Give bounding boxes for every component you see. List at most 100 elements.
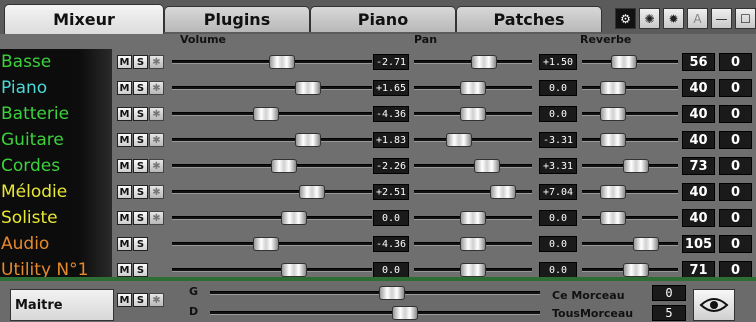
master-solo-button[interactable]: S — [133, 293, 148, 307]
reverb-slider-track[interactable] — [582, 112, 678, 116]
solo-button[interactable]: S — [133, 55, 148, 69]
fx-icon[interactable]: ✱ — [149, 211, 164, 225]
pan-knob[interactable] — [460, 81, 486, 95]
mute-button[interactable]: M — [117, 211, 132, 225]
reverb-value: 73 — [682, 157, 715, 175]
solo-button[interactable]: S — [133, 211, 148, 225]
volume-knob[interactable] — [299, 185, 325, 199]
all-songs-label: TousMorceau — [552, 307, 634, 320]
pan-value: +3.31 — [539, 158, 577, 174]
volume-slider-track[interactable] — [172, 86, 372, 90]
reverb-knob[interactable] — [599, 133, 626, 147]
fx-icon[interactable]: ✱ — [149, 81, 164, 95]
track-name[interactable]: Cordes — [0, 153, 112, 179]
burst-icon[interactable]: ✺ — [639, 8, 660, 29]
gear-icon[interactable]: ⚙ — [615, 8, 636, 29]
solo-button[interactable]: S — [133, 107, 148, 121]
track-name[interactable]: Basse — [0, 49, 112, 75]
reverb-slider-track[interactable] — [582, 216, 678, 220]
tab-piano[interactable]: Piano — [310, 6, 456, 32]
volume-knob[interactable] — [281, 263, 307, 277]
mute-button[interactable]: M — [117, 81, 132, 95]
fx-icon[interactable]: ✱ — [149, 133, 164, 147]
volume-knob[interactable] — [281, 211, 307, 225]
solo-button[interactable]: S — [133, 81, 148, 95]
maximize-icon[interactable]: ☐ — [735, 8, 756, 29]
tab-mixeur[interactable]: Mixeur — [4, 4, 164, 34]
pan-knob[interactable] — [489, 185, 516, 199]
master-right-knob[interactable] — [391, 306, 418, 320]
burst-icon[interactable]: ✹ — [663, 8, 684, 29]
reverb-slider-track[interactable] — [582, 138, 678, 142]
master-fx-icon[interactable]: ✱ — [149, 293, 164, 307]
reverb-slider-track[interactable] — [582, 86, 678, 90]
pan-knob[interactable] — [460, 107, 486, 121]
track-name[interactable]: Audio — [0, 231, 112, 257]
mute-button[interactable]: M — [117, 55, 132, 69]
reverb-slider-track[interactable] — [582, 242, 678, 246]
pan-knob[interactable] — [445, 133, 472, 147]
reverb-knob[interactable] — [599, 107, 626, 121]
volume-knob[interactable] — [269, 55, 295, 69]
track-name[interactable]: Soliste — [0, 205, 112, 231]
volume-knob[interactable] — [295, 81, 321, 95]
solo-button[interactable]: S — [133, 263, 148, 277]
mute-button[interactable]: M — [117, 237, 132, 251]
master-mute-button[interactable]: M — [117, 293, 132, 307]
eye-icon[interactable] — [693, 289, 735, 321]
track-name[interactable]: Batterie — [0, 101, 112, 127]
extra-value: 0 — [719, 157, 752, 175]
track-row: Guitare M S ✱ +1.83 -3.31 40 0 — [0, 127, 756, 153]
pan-slider-track[interactable] — [414, 164, 532, 168]
master-left-slider-track[interactable] — [210, 291, 540, 295]
reverb-slider-track[interactable] — [582, 190, 678, 194]
mute-button[interactable]: M — [117, 185, 132, 199]
pan-knob[interactable] — [470, 55, 497, 69]
reverb-knob[interactable] — [622, 263, 649, 277]
track-name[interactable]: Piano — [0, 75, 112, 101]
volume-slider-track[interactable] — [172, 216, 372, 220]
reverb-knob[interactable] — [599, 185, 626, 199]
solo-button[interactable]: S — [133, 237, 148, 251]
volume-slider-track[interactable] — [172, 190, 372, 194]
reverb-knob[interactable] — [599, 81, 626, 95]
fx-icon[interactable]: ✱ — [149, 55, 164, 69]
tab-patches[interactable]: Patches — [456, 6, 602, 32]
font-a-icon[interactable]: A — [687, 8, 708, 29]
reverb-knob[interactable] — [611, 55, 638, 69]
tab-plugins[interactable]: Plugins — [164, 6, 310, 32]
solo-button[interactable]: S — [133, 159, 148, 173]
master-left-knob[interactable] — [378, 286, 405, 300]
volume-knob[interactable] — [295, 133, 321, 147]
pan-knob[interactable] — [460, 263, 486, 277]
mute-button[interactable]: M — [117, 133, 132, 147]
mute-button[interactable]: M — [117, 263, 132, 277]
fx-icon[interactable]: ✱ — [149, 185, 164, 199]
volume-slider-track[interactable] — [172, 268, 372, 272]
solo-button[interactable]: S — [133, 133, 148, 147]
pan-slider-track[interactable] — [414, 138, 532, 142]
track-name[interactable]: Mélodie — [0, 179, 112, 205]
master-right-slider-track[interactable] — [210, 311, 540, 315]
volume-knob[interactable] — [253, 237, 279, 251]
pan-value: -3.31 — [539, 132, 577, 148]
volume-knob[interactable] — [271, 159, 297, 173]
reverb-knob[interactable] — [633, 237, 660, 251]
pan-knob[interactable] — [460, 211, 486, 225]
mute-button[interactable]: M — [117, 159, 132, 173]
pan-knob[interactable] — [474, 159, 501, 173]
minimize-icon[interactable]: — — [711, 8, 732, 29]
reverb-knob[interactable] — [622, 159, 649, 173]
fx-icon[interactable]: ✱ — [149, 159, 164, 173]
extra-value: 0 — [719, 209, 752, 227]
pan-knob[interactable] — [460, 237, 486, 251]
solo-button[interactable]: S — [133, 185, 148, 199]
reverb-knob[interactable] — [599, 211, 626, 225]
track-name[interactable]: Guitare — [0, 127, 112, 153]
mute-button[interactable]: M — [117, 107, 132, 121]
reverb-value: 40 — [682, 131, 715, 149]
fx-icon[interactable]: ✱ — [149, 107, 164, 121]
volume-slider-track[interactable] — [172, 138, 372, 142]
volume-knob[interactable] — [253, 107, 279, 121]
pan-value: +7.04 — [539, 184, 577, 200]
